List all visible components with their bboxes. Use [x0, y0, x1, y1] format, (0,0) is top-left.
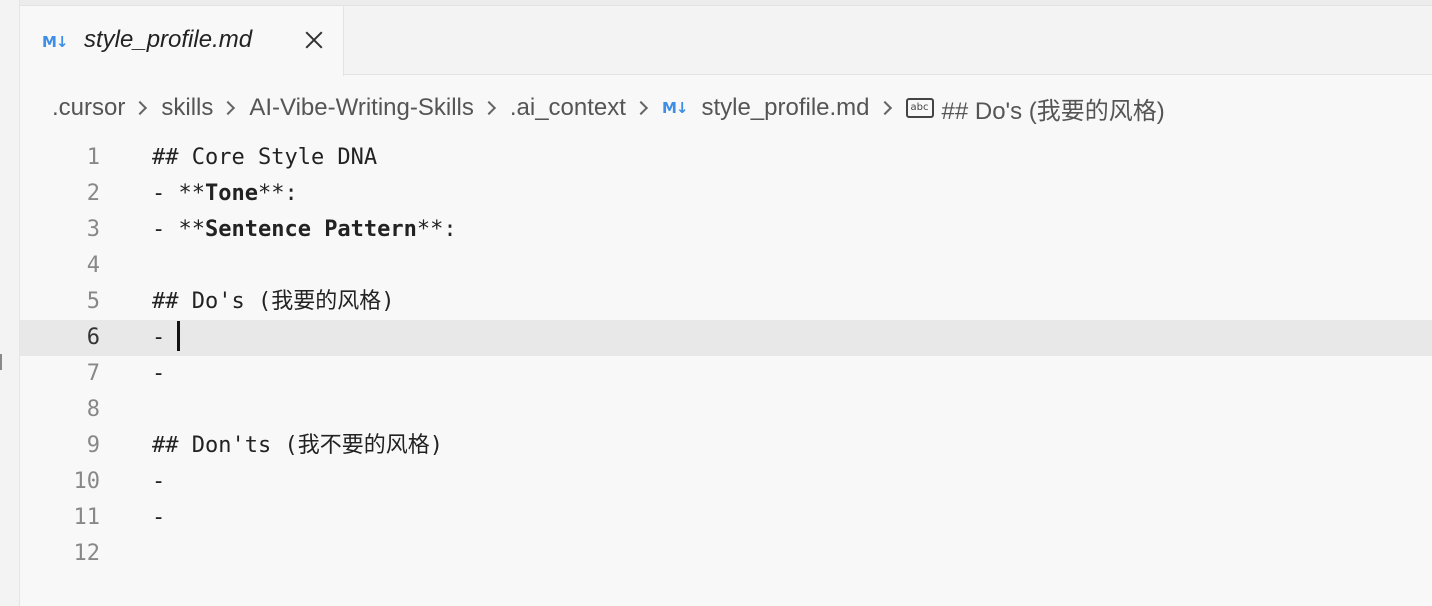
code-editor[interactable]: 1 ## Core Style DNA 2- **Tone**: 3- **Sente… — [20, 140, 1432, 572]
editor-line[interactable]: 3 - **Sentence Pattern**: — [20, 212, 1432, 248]
line-content[interactable]: - — [152, 500, 165, 536]
editor-line[interactable]: 8 — [20, 392, 1432, 428]
line-content[interactable]: ## Do's (我要的风格) — [152, 284, 394, 320]
line-number: 2 — [86, 181, 100, 206]
line-number: 5 — [86, 289, 100, 314]
line-number: 10 — [73, 469, 101, 494]
line-number: 12 — [73, 541, 101, 566]
editor-area: M↓ style_profile.md .cursor skills AI-Vi… — [20, 0, 1432, 606]
symbol-string-icon: abc — [905, 98, 934, 118]
editor-line[interactable]: 11 - — [20, 500, 1432, 536]
close-icon[interactable] — [302, 28, 326, 52]
line-number: 7 — [86, 361, 100, 386]
text-run: - — [152, 361, 166, 386]
line-content[interactable]: - — [152, 320, 181, 356]
chevron-right-icon — [481, 100, 496, 116]
chevron-right-icon — [133, 100, 148, 116]
editor-line[interactable]: 2 - **Tone**: — [20, 176, 1432, 212]
tab-bar: M↓ style_profile.md — [20, 6, 1432, 76]
line-number: 1 — [86, 145, 100, 170]
line-content[interactable]: - — [152, 356, 165, 392]
text-run: - ** — [152, 181, 205, 206]
text-run: ## Do's (我要的风格) — [152, 289, 395, 314]
editor-line[interactable]: 6- — [20, 320, 1432, 356]
editor-line[interactable]: 9 ## Don'ts (我不要的风格) — [20, 428, 1432, 464]
text-cursor — [177, 321, 181, 351]
breadcrumb-item-cursor[interactable]: .cursor — [52, 94, 125, 122]
chevron-right-icon — [877, 100, 892, 116]
text-run: - — [152, 325, 166, 350]
markdown-icon: M↓ — [42, 33, 68, 51]
editor-line[interactable]: 4 — [20, 248, 1432, 284]
tab-style-profile[interactable]: M↓ style_profile.md — [20, 6, 344, 76]
bold-text: Sentence Pattern — [204, 217, 417, 242]
editor-line[interactable]: 5 ## Do's (我要的风格) — [20, 284, 1432, 320]
line-number: 3 — [86, 217, 100, 242]
bold-text: Tone — [204, 181, 258, 206]
editor-line[interactable]: 1 ## Core Style DNA — [20, 140, 1432, 176]
text-run: - ** — [152, 217, 205, 242]
markdown-icon: M↓ — [661, 99, 688, 117]
text-run: - — [152, 469, 166, 494]
editor-line[interactable]: 10 - — [20, 464, 1432, 500]
breadcrumb-item-ai-context[interactable]: .ai_context — [510, 94, 626, 122]
breadcrumb-item-symbol[interactable]: ## Do's (我要的风格) — [942, 91, 1165, 126]
line-content[interactable]: - **Sentence Pattern**: — [152, 212, 457, 248]
line-number: 8 — [86, 397, 100, 422]
sash-handle[interactable] — [0, 354, 3, 370]
line-number: 6 — [86, 325, 100, 350]
line-content[interactable]: - — [152, 464, 165, 500]
line-content[interactable]: ## Don'ts (我不要的风格) — [152, 428, 443, 464]
line-number: 4 — [86, 253, 100, 278]
breadcrumb-item-skills[interactable]: skills — [161, 94, 213, 122]
editor-line[interactable]: 12 — [20, 536, 1432, 572]
breadcrumb-item-file[interactable]: style_profile.md — [701, 94, 869, 122]
breadcrumb: .cursor skills AI-Vibe-Writing-Skills .a… — [52, 90, 1165, 126]
chevron-right-icon — [633, 100, 649, 116]
line-content[interactable]: ## Core Style DNA — [152, 140, 377, 176]
text-run: **: — [416, 217, 457, 242]
editor-line[interactable]: 7- — [20, 356, 1432, 392]
text-run: ## Don'ts (我不要的风格) — [152, 433, 443, 458]
line-number: 9 — [86, 433, 100, 458]
text-run: - — [152, 505, 166, 530]
line-number: 11 — [73, 505, 101, 530]
chevron-right-icon — [221, 100, 236, 116]
text-run: **: — [257, 181, 298, 206]
tab-title: style_profile.md — [84, 26, 253, 53]
line-content[interactable]: - **Tone**: — [152, 176, 298, 212]
activity-strip — [0, 0, 20, 606]
text-run: ## Core Style DNA — [152, 145, 378, 170]
breadcrumb-item-ai-vibe-writing-skills[interactable]: AI-Vibe-Writing-Skills — [249, 94, 474, 122]
